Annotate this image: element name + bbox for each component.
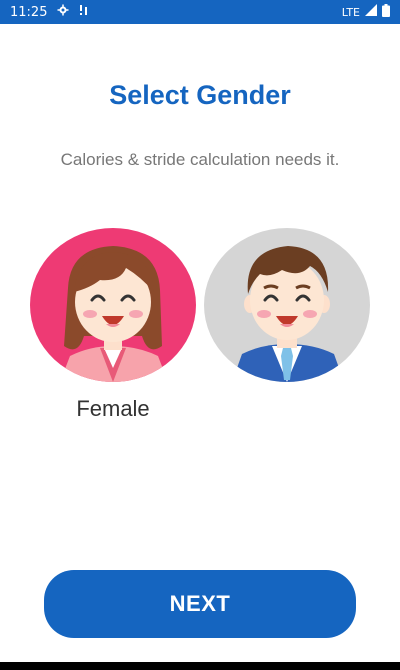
status-right: LTE (341, 3, 390, 21)
male-avatar-icon (232, 246, 344, 382)
female-option-button[interactable] (30, 228, 196, 382)
navigation-bar (0, 662, 400, 670)
next-button[interactable]: NEXT (44, 570, 356, 638)
page-title: Select Gender (109, 80, 291, 110)
female-label: Female (76, 396, 150, 421)
female-avatar-icon (60, 246, 168, 382)
signal-icon (365, 4, 377, 20)
male-option-button[interactable] (204, 228, 370, 382)
page-subtitle: Calories & stride calculation needs it. (60, 150, 340, 169)
settings-icon (57, 4, 69, 20)
network-type: LTE (341, 5, 360, 19)
battery-icon (382, 3, 390, 21)
status-left: 11:25 (10, 4, 89, 20)
status-bar: 11:25 LTE (0, 0, 400, 24)
activity-icon (79, 4, 89, 20)
status-time: 11:25 (10, 4, 48, 20)
